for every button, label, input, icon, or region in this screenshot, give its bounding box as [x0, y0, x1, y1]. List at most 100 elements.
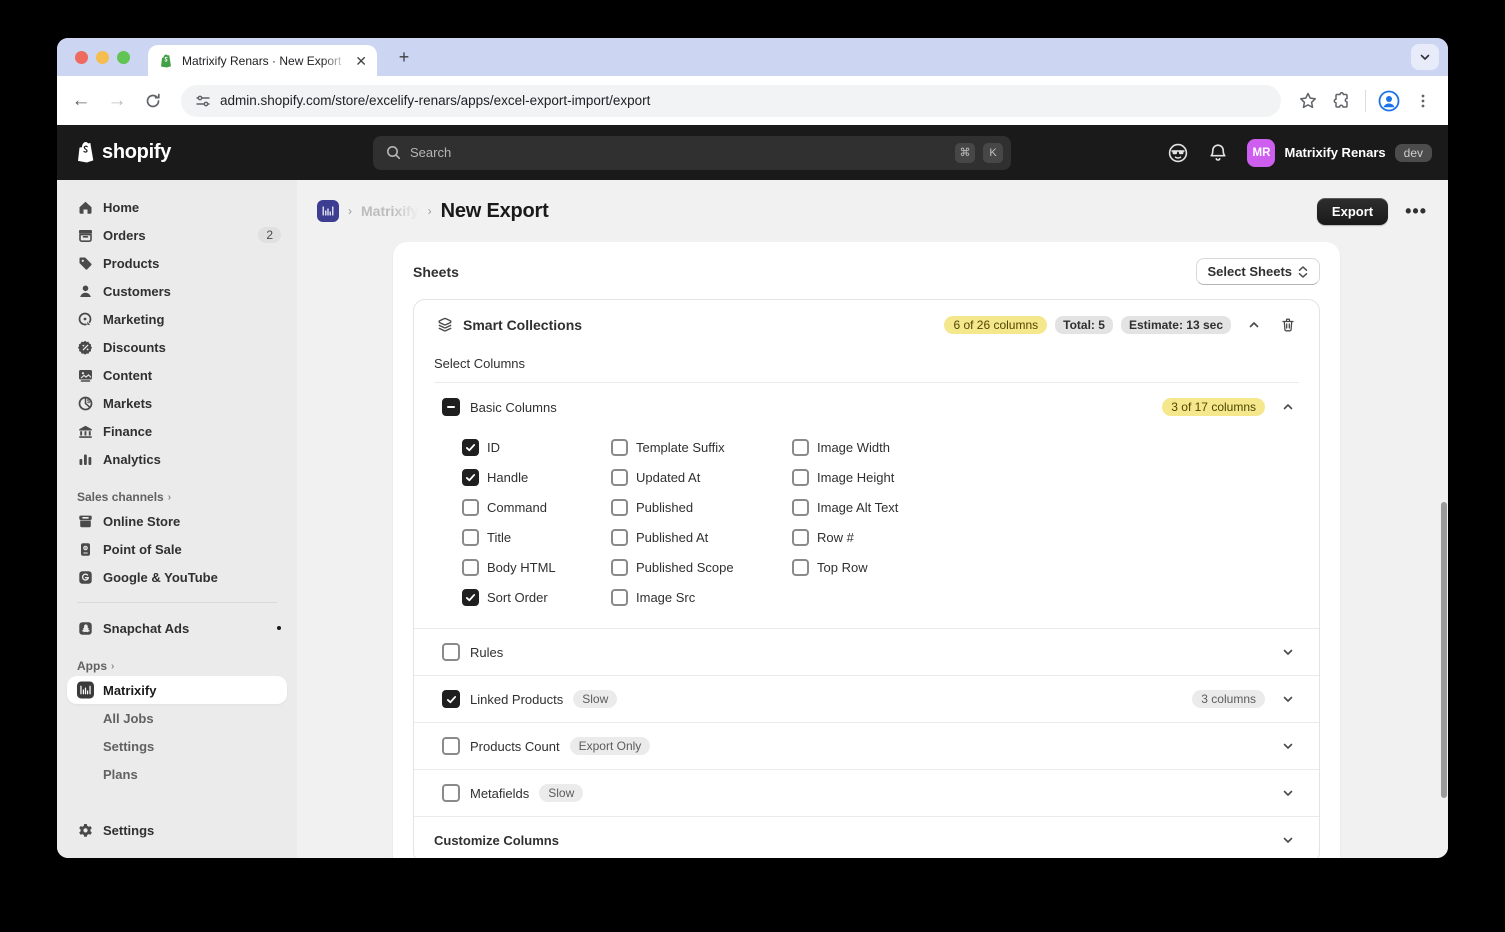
column-option-published-scope[interactable]: Published Scope	[611, 558, 792, 576]
group-checkbox[interactable]	[442, 690, 460, 708]
sidebar-subitem-settings[interactable]: Settings	[57, 732, 297, 760]
column-option-handle[interactable]: Handle	[462, 468, 611, 486]
new-tab-button[interactable]: +	[391, 44, 417, 70]
more-actions-icon[interactable]: •••	[1405, 201, 1427, 222]
sidebar-item-online-store[interactable]: Online Store	[57, 507, 297, 535]
checkbox[interactable]	[462, 438, 479, 456]
sidebar-item-markets[interactable]: $ Markets	[57, 389, 297, 417]
group-row-rules[interactable]: Rules	[414, 629, 1319, 675]
column-option-image-height[interactable]: Image Height	[792, 468, 1319, 486]
sidebar-item-snapchat-ads[interactable]: Snapchat Ads	[57, 614, 297, 642]
export-button[interactable]: Export	[1316, 197, 1389, 225]
sidebar-item-content[interactable]: Content	[57, 361, 297, 389]
sidebar-item-orders[interactable]: Orders 2	[57, 221, 297, 249]
profile-icon[interactable]	[1374, 86, 1404, 116]
url-bar[interactable]: admin.shopify.com/store/excelify-renars/…	[181, 84, 1281, 117]
checkbox[interactable]	[462, 528, 479, 546]
notification-bell-icon[interactable]	[1207, 142, 1229, 164]
column-option-published[interactable]: Published	[611, 498, 792, 516]
column-option-id[interactable]: ID	[462, 438, 611, 456]
tab-search-chevron-icon[interactable]	[1411, 44, 1439, 70]
checkbox[interactable]	[792, 438, 809, 456]
maximize-window-button[interactable]	[117, 51, 130, 64]
basic-columns-row[interactable]: Basic Columns 3 of 17 columns	[414, 383, 1319, 424]
checkbox[interactable]	[462, 468, 479, 486]
select-sheets-button[interactable]: Select Sheets	[1196, 258, 1320, 285]
delete-sheet-icon[interactable]	[1277, 314, 1299, 336]
column-option-image-width[interactable]: Image Width	[792, 438, 1319, 456]
basic-columns-checkbox[interactable]	[442, 398, 460, 416]
column-option-sort-order[interactable]: Sort Order	[462, 588, 611, 606]
expand-group-icon[interactable]	[1277, 641, 1299, 663]
collapse-basic-icon[interactable]	[1277, 396, 1299, 418]
sidebar-item-google-youtube[interactable]: Google & YouTube	[57, 563, 297, 591]
browser-menu-icon[interactable]	[1408, 86, 1438, 116]
checkbox[interactable]	[792, 468, 809, 486]
sidebar-item-point-of-sale[interactable]: $ Point of Sale	[57, 535, 297, 563]
forward-button[interactable]: →	[101, 85, 133, 117]
expand-group-icon[interactable]	[1277, 782, 1299, 804]
checkbox[interactable]	[611, 468, 628, 486]
site-settings-icon[interactable]	[195, 93, 211, 109]
extensions-icon[interactable]	[1327, 86, 1357, 116]
expand-customize-icon[interactable]	[1277, 829, 1299, 851]
sales-channels-header[interactable]: Sales channels ›	[57, 487, 297, 507]
sidebar-item-analytics[interactable]: Analytics	[57, 445, 297, 473]
group-row-products-count[interactable]: Products Count Export Only	[414, 723, 1319, 769]
sidebar-item-marketing[interactable]: Marketing	[57, 305, 297, 333]
sidebar-subitem-all-jobs[interactable]: All Jobs	[57, 704, 297, 732]
checkbox[interactable]	[462, 558, 479, 576]
sidebar-item-products[interactable]: Products	[57, 249, 297, 277]
sidebar-item-home[interactable]: Home	[57, 193, 297, 221]
bookmark-star-icon[interactable]	[1293, 86, 1323, 116]
checkbox[interactable]	[792, 528, 809, 546]
collapse-sheet-icon[interactable]	[1243, 314, 1265, 336]
reload-button[interactable]	[137, 85, 169, 117]
checkbox[interactable]	[462, 498, 479, 516]
breadcrumb-app-link[interactable]: Matrixify	[361, 203, 419, 219]
column-option-title[interactable]: Title	[462, 528, 611, 546]
search-input[interactable]: Search ⌘ K	[373, 135, 1011, 170]
browser-tab[interactable]: Matrixify Renars · New Export ✕	[148, 45, 377, 76]
group-row-metafields[interactable]: Metafields Slow	[414, 770, 1319, 816]
back-button[interactable]: ←	[65, 85, 97, 117]
column-option-top-row[interactable]: Top Row	[792, 558, 1319, 576]
minimize-window-button[interactable]	[96, 51, 109, 64]
group-row-linked-products[interactable]: Linked Products Slow 3 columns	[414, 676, 1319, 722]
column-option-image-alt-text[interactable]: Image Alt Text	[792, 498, 1319, 516]
column-option-body-html[interactable]: Body HTML	[462, 558, 611, 576]
checkbox[interactable]	[462, 588, 479, 606]
column-option-template-suffix[interactable]: Template Suffix	[611, 438, 792, 456]
checkbox[interactable]	[611, 498, 628, 516]
customize-columns-row[interactable]: Customize Columns	[414, 817, 1319, 858]
sidebar-item-discounts[interactable]: Discounts	[57, 333, 297, 361]
sidebar-subitem-plans[interactable]: Plans	[57, 760, 297, 788]
sidebar-item-customers[interactable]: Customers	[57, 277, 297, 305]
matrixify-breadcrumb-icon[interactable]	[317, 200, 339, 222]
dev-mode-icon[interactable]	[1167, 142, 1189, 164]
scrollbar-thumb[interactable]	[1441, 502, 1447, 798]
group-checkbox[interactable]	[442, 643, 460, 661]
column-option-updated-at[interactable]: Updated At	[611, 468, 792, 486]
column-option-image-src[interactable]: Image Src	[611, 588, 792, 606]
tab-close-icon[interactable]: ✕	[355, 54, 367, 68]
checkbox[interactable]	[611, 558, 628, 576]
checkbox[interactable]	[611, 588, 628, 606]
user-menu[interactable]: MR Matrixify Renars dev	[1247, 138, 1432, 167]
close-window-button[interactable]	[75, 51, 88, 64]
sidebar-item-finance[interactable]: Finance	[57, 417, 297, 445]
sidebar-item-matrixify[interactable]: Matrixify	[67, 676, 287, 704]
expand-group-icon[interactable]	[1277, 735, 1299, 757]
shopify-logo[interactable]: shopify	[73, 140, 373, 166]
column-option-row[interactable]: Row #	[792, 528, 1319, 546]
expand-group-icon[interactable]	[1277, 688, 1299, 710]
sidebar-item-settings[interactable]: Settings	[57, 816, 297, 844]
checkbox[interactable]	[611, 528, 628, 546]
column-option-published-at[interactable]: Published At	[611, 528, 792, 546]
checkbox[interactable]	[792, 558, 809, 576]
column-option-command[interactable]: Command	[462, 498, 611, 516]
apps-header[interactable]: Apps ›	[57, 656, 297, 676]
group-checkbox[interactable]	[442, 737, 460, 755]
group-checkbox[interactable]	[442, 784, 460, 802]
checkbox[interactable]	[611, 438, 628, 456]
